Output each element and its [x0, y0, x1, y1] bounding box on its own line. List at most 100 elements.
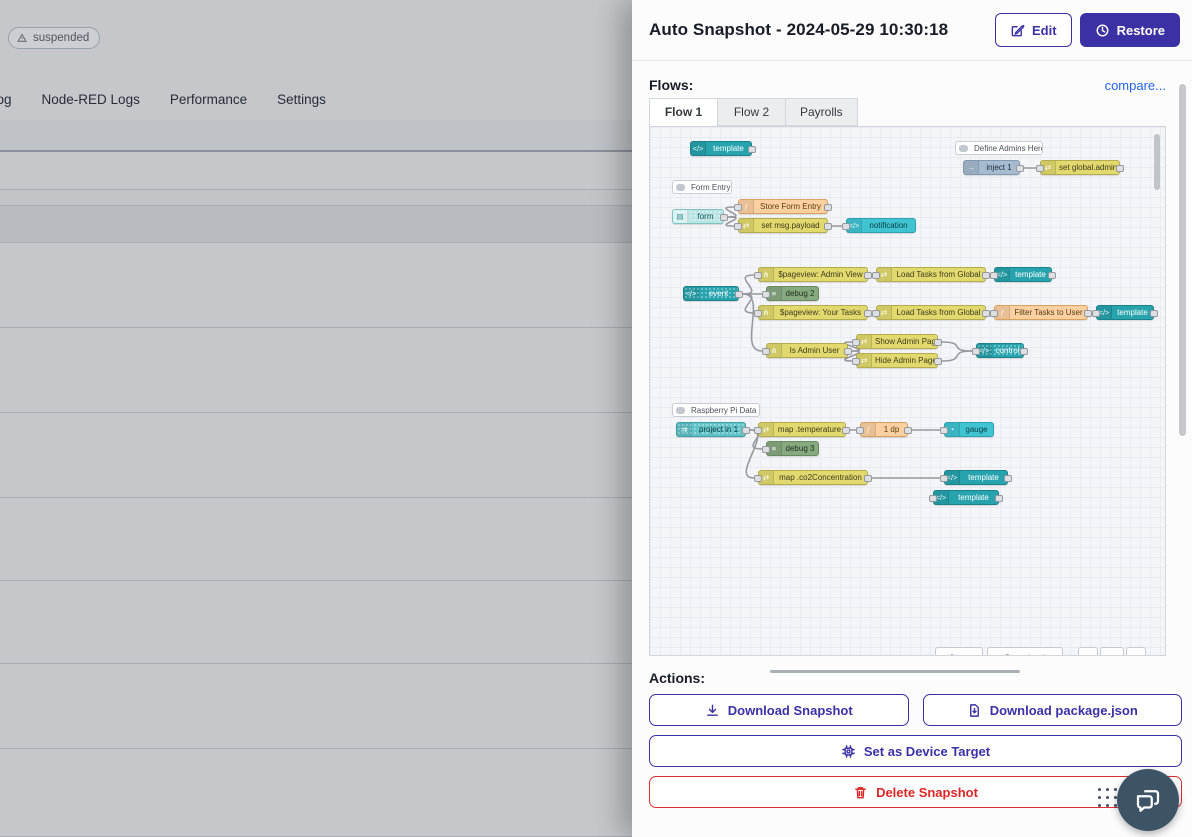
output-port	[982, 310, 990, 317]
flow-node-label: Raspberry Pi Data	[688, 404, 759, 416]
flow-node-load1: ⇄Load Tasks from Global	[876, 267, 986, 282]
viewer-download-button[interactable]: Download	[987, 647, 1063, 656]
input-port	[842, 223, 850, 230]
zoom-reset-button[interactable]: ○	[1100, 647, 1124, 656]
flow-node-label: Form Entry	[688, 181, 731, 193]
compare-link[interactable]: compare...	[1105, 78, 1166, 93]
flow-node-label: inject 1	[979, 161, 1019, 174]
zoom-in-button[interactable]: +	[1126, 647, 1146, 656]
flow-node-label: template	[949, 491, 998, 504]
flow-node-label: Is Admin User	[782, 344, 847, 357]
flow-node-maptemp: ⇄map .temperature	[758, 422, 846, 437]
input-port	[990, 310, 998, 317]
viewer-copy-button[interactable]: Copy	[935, 647, 983, 656]
flow-node-label: Load Tasks from Global	[892, 306, 985, 319]
output-port	[1016, 165, 1024, 172]
output-port	[1116, 165, 1124, 172]
output-port	[904, 427, 912, 434]
output-port	[824, 204, 832, 211]
flow-node-label: Filter Tasks to User	[1010, 306, 1087, 319]
inject-node-icon: →	[964, 161, 979, 174]
flows-label: Flows:	[649, 77, 693, 93]
flow-node-tmplco2: </>template	[944, 470, 1008, 485]
output-port	[1084, 310, 1092, 317]
nav-tab-nodered-logs[interactable]: Node-RED Logs	[42, 92, 140, 107]
viewer-horizontal-scrollbar[interactable]	[770, 670, 1020, 673]
input-port	[972, 348, 980, 355]
output-port	[934, 339, 942, 346]
status-badge-label: suspended	[33, 32, 89, 44]
input-port	[929, 495, 937, 502]
flow-node-label: gauge	[960, 423, 993, 436]
comment-bubble-icon	[673, 181, 688, 193]
edit-pencil-icon	[1010, 23, 1025, 38]
output-port	[1020, 348, 1028, 355]
comment-bubble-icon	[673, 404, 688, 416]
flow-node-sw_isadmin: ⋔Is Admin User	[766, 343, 848, 358]
input-port	[872, 310, 880, 317]
flow-node-label: debug 2	[782, 287, 818, 300]
output-port	[842, 427, 850, 434]
flow-node-label: map .co2Concentration	[774, 471, 867, 484]
flow-node-form: ▤form	[672, 209, 724, 224]
flow-node-sw_tasks: ⋔$pageview: Your Tasks	[758, 305, 868, 320]
flow-node-hide: ⇄Hide Admin Page	[856, 353, 938, 368]
flow-node-label: Define Admins Here	[971, 142, 1042, 154]
output-port	[982, 272, 990, 279]
background-page: suspended Log Node-RED Logs Performance …	[0, 0, 632, 837]
table-row	[0, 206, 632, 243]
output-port	[742, 427, 750, 434]
input-port	[734, 223, 742, 230]
input-port	[754, 475, 762, 482]
input-port	[762, 291, 770, 298]
flow-wires	[650, 127, 1165, 655]
input-port	[754, 272, 762, 279]
output-port	[1004, 475, 1012, 482]
file-download-icon	[967, 703, 982, 718]
table-row	[0, 498, 632, 581]
download-package-json-button[interactable]: Download package.json	[923, 694, 1183, 726]
flow-node-load2: ⇄Load Tasks from Global	[876, 305, 986, 320]
nav-tab-performance[interactable]: Performance	[170, 92, 247, 107]
viewer-vertical-scrollbar[interactable]	[1154, 134, 1160, 190]
status-badge: suspended	[8, 27, 100, 49]
table-row	[0, 190, 632, 206]
table-header-row	[0, 120, 632, 152]
flow-node-label: template	[960, 471, 1007, 484]
screen: suspended Log Node-RED Logs Performance …	[0, 0, 1192, 837]
flow-node-label: template	[1112, 306, 1153, 319]
zoom-out-button[interactable]: −	[1078, 647, 1098, 656]
table-row	[0, 664, 632, 749]
flow-node-label: form	[688, 210, 723, 223]
chat-drag-handle[interactable]	[1098, 788, 1117, 807]
panel-scrollbar[interactable]	[1179, 84, 1186, 436]
flow-node-tmpl1: </>template	[994, 267, 1052, 282]
restore-button[interactable]: Restore	[1080, 13, 1180, 47]
flow-node-label: Show Admin Page	[872, 335, 937, 348]
download-snapshot-button[interactable]: Download Snapshot	[649, 694, 909, 726]
tab-flow-2[interactable]: Flow 2	[717, 98, 785, 126]
tab-flow-1[interactable]: Flow 1	[649, 98, 717, 126]
flow-node-event: </>event	[683, 286, 739, 301]
flow-node-label: template	[706, 142, 751, 155]
flow-node-tmpl2: </>template	[1096, 305, 1154, 320]
flow-node-tmpllast: </>template	[933, 490, 999, 505]
edit-button[interactable]: Edit	[995, 13, 1072, 47]
flow-node-label: template	[1010, 268, 1051, 281]
flow-node-notif: </>notification	[846, 218, 916, 233]
flow-node-debug3: ≡debug 3	[766, 441, 819, 456]
flow-node-debug2: ≡debug 2	[766, 286, 819, 301]
flow-node-label: control	[992, 344, 1023, 357]
tab-payrolls[interactable]: Payrolls	[785, 98, 858, 126]
output-port	[864, 475, 872, 482]
nav-tab-settings[interactable]: Settings	[277, 92, 326, 107]
nav-tab-log[interactable]: Log	[0, 92, 12, 107]
flow-node-setpay: ⇄set msg.payload	[738, 218, 828, 233]
set-device-target-button[interactable]: Set as Device Target	[649, 735, 1182, 767]
output-port	[720, 214, 728, 221]
table-row	[0, 243, 632, 328]
background-table	[0, 120, 632, 837]
flow-node-label: map .temperature	[774, 423, 845, 436]
output-port	[748, 146, 756, 153]
chat-button[interactable]	[1117, 769, 1179, 831]
